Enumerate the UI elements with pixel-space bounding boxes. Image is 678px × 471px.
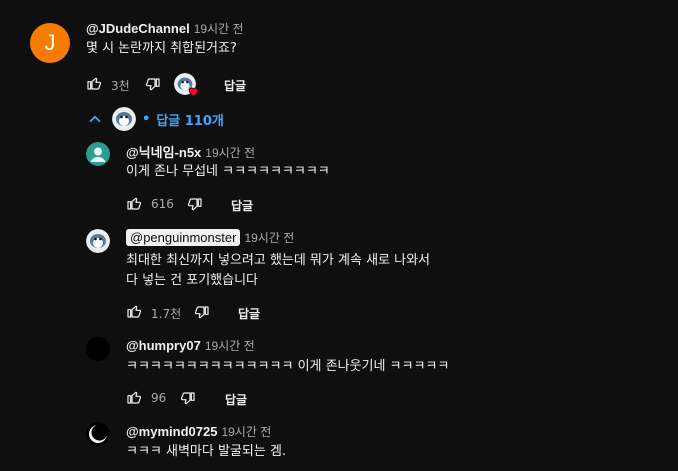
thumbs-down-icon [180,392,195,405]
penguin-icon [86,229,110,253]
timestamp[interactable]: 19시간 전 [244,231,294,245]
like-count: 1.7천 [151,307,182,321]
comment-header: @penguinmonster 19시간 전 [126,229,294,246]
heart-icon [188,87,199,97]
author-handle[interactable]: @닉네임-n5x [126,145,201,160]
comment-text-line: 다 넣는 건 포기했습니다 [126,273,258,288]
comment-text: 몇 시 논란까지 취합된거죠? [86,41,237,56]
like-count: 616 [151,197,174,211]
replies-toggle[interactable]: • 답글 110개 [86,107,224,131]
timestamp[interactable]: 19시간 전 [221,425,271,439]
thumbs-up-icon [127,305,142,318]
like-count: 96 [151,391,167,405]
penguin-icon [112,107,136,131]
timestamp[interactable]: 19시간 전 [194,22,244,36]
bullet-separator: • [142,111,151,127]
like-button[interactable] [126,389,142,405]
author-handle[interactable]: @JDudeChannel [86,21,190,36]
chevron-up-icon [89,115,101,123]
thumbs-up-icon [87,77,102,90]
comment-text: 최대한 최신까지 넣으려고 했는데 뭐가 계속 새로 나와서 다 넣는 건 포기… [126,251,430,291]
avatar[interactable] [86,142,110,166]
reply-button[interactable]: 답글 [238,305,260,322]
avatar[interactable]: J [30,23,70,63]
author-handle[interactable]: @humpry07 [126,338,201,353]
crescent-moon-icon [86,422,110,446]
comment-text: 이게 존나 무섭네 ㅋㅋㅋㅋㅋㅋㅋㅋㅋ [126,164,330,179]
comment-header: @JDudeChannel 19시간 전 [86,20,244,37]
default-user-icon [86,142,110,166]
thumbs-up-icon [127,197,142,210]
comment-header: @닉네임-n5x 19시간 전 [126,142,255,161]
avatar[interactable] [86,229,110,253]
dislike-button[interactable] [180,391,196,407]
creator-handle-chip[interactable]: @penguinmonster [126,229,241,246]
comment-header: @mymind0725 19시간 전 [126,423,271,440]
dislike-button[interactable] [187,197,203,213]
comment-text-line: 최대한 최신까지 넣으려고 했는데 뭐가 계속 새로 나와서 [126,253,431,268]
author-handle[interactable]: @mymind0725 [126,424,217,439]
creator-heart [174,73,200,99]
thumbs-up-icon [127,391,142,404]
timestamp[interactable]: 19시간 전 [205,339,255,353]
like-button[interactable] [126,195,142,211]
dislike-button[interactable] [145,77,161,93]
comment-text: ㅋㅋㅋㅋㅋㅋㅋㅋㅋㅋㅋㅋㅋㅋ 이게 존나웃기네 ㅋㅋㅋㅋㅋ [126,359,450,374]
creator-avatar [112,107,136,131]
reply-button[interactable]: 답글 [224,77,246,94]
timestamp[interactable]: 19시간 전 [205,146,255,160]
thumbs-down-icon [145,78,160,91]
avatar[interactable] [86,422,110,446]
comment-header: @humpry07 19시간 전 [126,337,255,354]
avatar-letter: J [44,30,56,55]
reply-button[interactable]: 답글 [225,391,247,408]
like-button[interactable] [126,303,142,319]
thumbs-down-icon [194,306,209,319]
comment-text: ㅋㅋㅋ 새벽마다 발굴되는 겜. [126,444,287,459]
like-button[interactable] [86,75,102,91]
thumbs-down-icon [187,198,202,211]
avatar[interactable] [86,337,110,361]
reply-button[interactable]: 답글 [231,197,253,214]
replies-count-label: 답글 110개 [156,113,224,129]
like-count: 3천 [111,79,130,93]
dislike-button[interactable] [194,305,210,321]
